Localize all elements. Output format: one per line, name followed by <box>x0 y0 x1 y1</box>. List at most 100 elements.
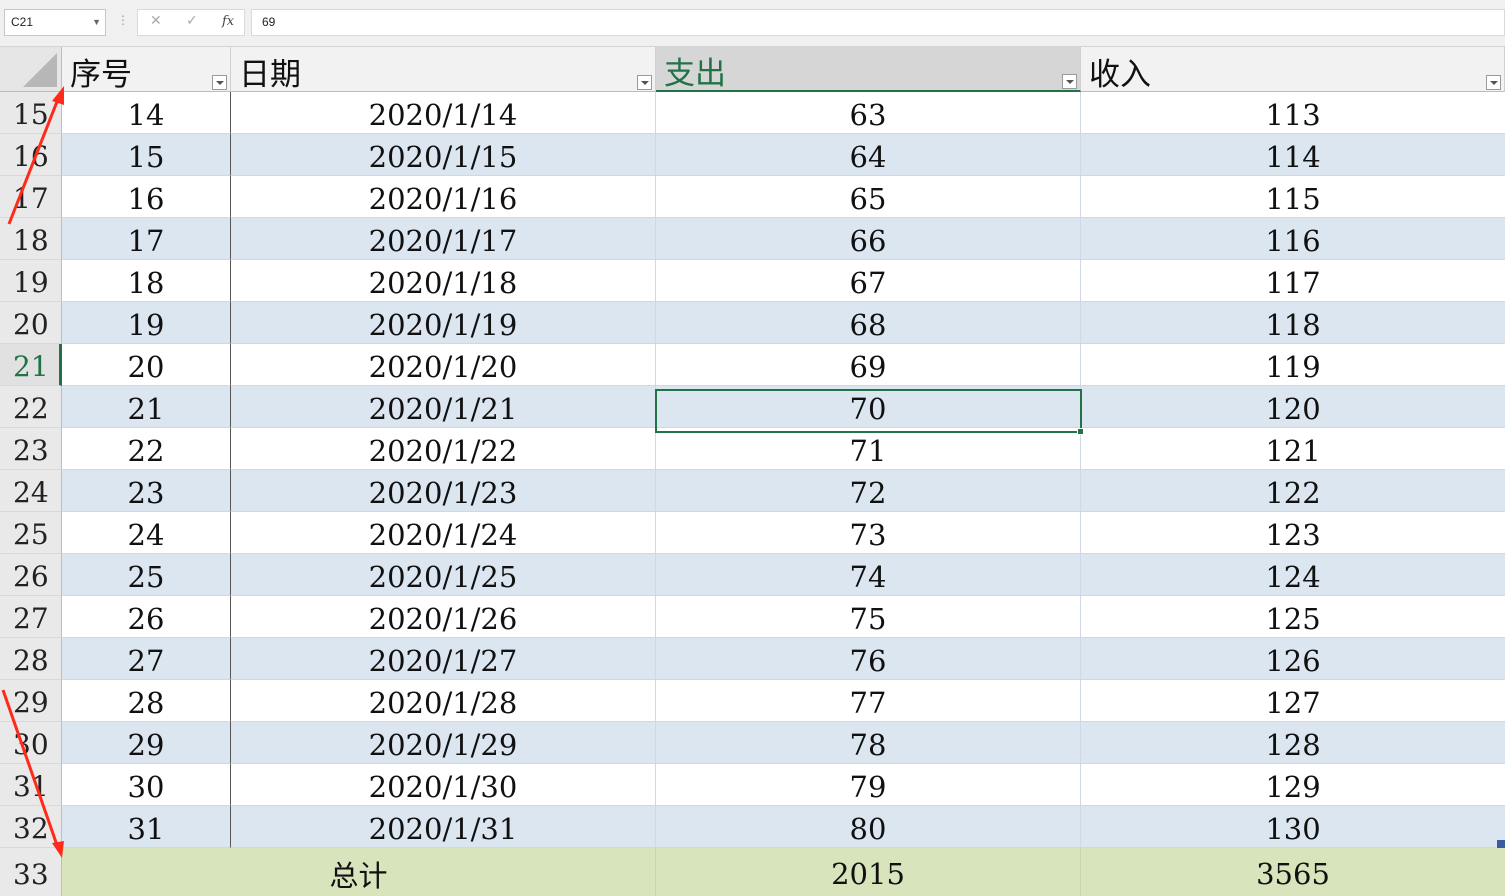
insert-function-icon[interactable]: fx <box>222 14 234 29</box>
date-cell[interactable]: 2020/1/27 <box>231 638 656 680</box>
seq-cell[interactable]: 16 <box>62 176 231 218</box>
expense-cell[interactable]: 63 <box>656 92 1081 134</box>
column-header-date[interactable]: 日期 <box>231 47 656 93</box>
expense-cell[interactable]: 75 <box>656 596 1081 638</box>
income-cell[interactable]: 127 <box>1081 680 1505 722</box>
expense-cell[interactable]: 71 <box>656 428 1081 470</box>
income-cell[interactable]: 130 <box>1081 806 1505 848</box>
row-header[interactable]: 32 <box>0 806 62 848</box>
row-header[interactable]: 28 <box>0 638 62 680</box>
date-cell[interactable]: 2020/1/15 <box>231 134 656 176</box>
total-label-cell[interactable]: 总计 <box>62 848 656 896</box>
seq-cell[interactable]: 28 <box>62 680 231 722</box>
total-income-cell[interactable]: 3565 <box>1081 840 1505 896</box>
date-cell[interactable]: 2020/1/30 <box>231 764 656 806</box>
date-cell[interactable]: 2020/1/20 <box>231 344 656 386</box>
expense-cell[interactable]: 79 <box>656 764 1081 806</box>
column-header-seq[interactable]: 序号 <box>62 47 231 93</box>
row-header[interactable]: 18 <box>0 218 62 260</box>
row-header[interactable]: 29 <box>0 680 62 722</box>
income-cell[interactable]: 120 <box>1081 386 1505 428</box>
expense-cell[interactable]: 64 <box>656 134 1081 176</box>
expense-cell[interactable]: 67 <box>656 260 1081 302</box>
column-header-income[interactable]: 收入 <box>1081 47 1505 93</box>
chevron-down-icon[interactable]: ▼ <box>92 10 101 35</box>
row-header[interactable]: 24 <box>0 470 62 512</box>
income-cell[interactable]: 113 <box>1081 92 1505 134</box>
expense-cell[interactable]: 76 <box>656 638 1081 680</box>
seq-cell[interactable]: 29 <box>62 722 231 764</box>
date-cell[interactable]: 2020/1/23 <box>231 470 656 512</box>
income-cell[interactable]: 117 <box>1081 260 1505 302</box>
row-header[interactable]: 26 <box>0 554 62 596</box>
seq-cell[interactable]: 25 <box>62 554 231 596</box>
seq-cell[interactable]: 30 <box>62 764 231 806</box>
total-expense-cell[interactable]: 2015 <box>656 848 1081 896</box>
filter-dropdown-icon[interactable] <box>637 75 652 90</box>
seq-cell[interactable]: 26 <box>62 596 231 638</box>
seq-cell[interactable]: 31 <box>62 806 231 848</box>
filter-dropdown-icon[interactable] <box>1062 74 1077 89</box>
row-header[interactable]: 25 <box>0 512 62 554</box>
expense-cell[interactable]: 69 <box>656 344 1081 386</box>
seq-cell[interactable]: 19 <box>62 302 231 344</box>
expense-cell[interactable]: 73 <box>656 512 1081 554</box>
expense-cell[interactable]: 70 <box>656 386 1081 428</box>
seq-cell[interactable]: 23 <box>62 470 231 512</box>
income-cell[interactable]: 121 <box>1081 428 1505 470</box>
more-options-icon[interactable]: ⋮ <box>117 13 129 27</box>
income-cell[interactable]: 129 <box>1081 764 1505 806</box>
name-box[interactable]: C21 ▼ <box>4 9 106 36</box>
seq-cell[interactable]: 15 <box>62 134 231 176</box>
row-header[interactable]: 31 <box>0 764 62 806</box>
row-header[interactable]: 30 <box>0 722 62 764</box>
date-cell[interactable]: 2020/1/22 <box>231 428 656 470</box>
date-cell[interactable]: 2020/1/17 <box>231 218 656 260</box>
seq-cell[interactable]: 21 <box>62 386 231 428</box>
row-header[interactable]: 23 <box>0 428 62 470</box>
income-cell[interactable]: 124 <box>1081 554 1505 596</box>
seq-cell[interactable]: 17 <box>62 218 231 260</box>
expense-cell[interactable]: 77 <box>656 680 1081 722</box>
row-header[interactable]: 19 <box>0 260 62 302</box>
date-cell[interactable]: 2020/1/25 <box>231 554 656 596</box>
income-cell[interactable]: 118 <box>1081 302 1505 344</box>
seq-cell[interactable]: 18 <box>62 260 231 302</box>
date-cell[interactable]: 2020/1/16 <box>231 176 656 218</box>
row-header[interactable]: 15 <box>0 92 62 134</box>
seq-cell[interactable]: 14 <box>62 92 231 134</box>
income-cell[interactable]: 115 <box>1081 176 1505 218</box>
formula-input[interactable]: 69 <box>251 9 1505 36</box>
table-resize-handle[interactable] <box>1497 840 1505 848</box>
column-header-expense[interactable]: 支出 <box>656 47 1081 92</box>
expense-cell[interactable]: 74 <box>656 554 1081 596</box>
seq-cell[interactable]: 24 <box>62 512 231 554</box>
income-cell[interactable]: 123 <box>1081 512 1505 554</box>
date-cell[interactable]: 2020/1/26 <box>231 596 656 638</box>
expense-cell[interactable]: 65 <box>656 176 1081 218</box>
income-cell[interactable]: 114 <box>1081 134 1505 176</box>
expense-cell[interactable]: 80 <box>656 806 1081 848</box>
date-cell[interactable]: 2020/1/24 <box>231 512 656 554</box>
cancel-icon[interactable]: ✕ <box>150 13 162 29</box>
income-cell[interactable]: 125 <box>1081 596 1505 638</box>
seq-cell[interactable]: 20 <box>62 344 231 386</box>
row-header[interactable]: 17 <box>0 176 62 218</box>
filter-dropdown-icon[interactable] <box>212 75 227 90</box>
filter-dropdown-icon[interactable] <box>1486 75 1501 90</box>
row-header[interactable]: 27 <box>0 596 62 638</box>
row-header[interactable]: 21 <box>0 344 62 386</box>
income-cell[interactable]: 122 <box>1081 470 1505 512</box>
date-cell[interactable]: 2020/1/18 <box>231 260 656 302</box>
expense-cell[interactable]: 78 <box>656 722 1081 764</box>
expense-cell[interactable]: 72 <box>656 470 1081 512</box>
income-cell[interactable]: 128 <box>1081 722 1505 764</box>
select-all-corner[interactable] <box>0 47 62 92</box>
seq-cell[interactable]: 27 <box>62 638 231 680</box>
row-header[interactable]: 16 <box>0 134 62 176</box>
row-header[interactable]: 22 <box>0 386 62 428</box>
enter-icon[interactable]: ✓ <box>186 13 198 29</box>
row-header[interactable]: 33 <box>0 848 62 896</box>
date-cell[interactable]: 2020/1/28 <box>231 680 656 722</box>
date-cell[interactable]: 2020/1/14 <box>231 92 656 134</box>
